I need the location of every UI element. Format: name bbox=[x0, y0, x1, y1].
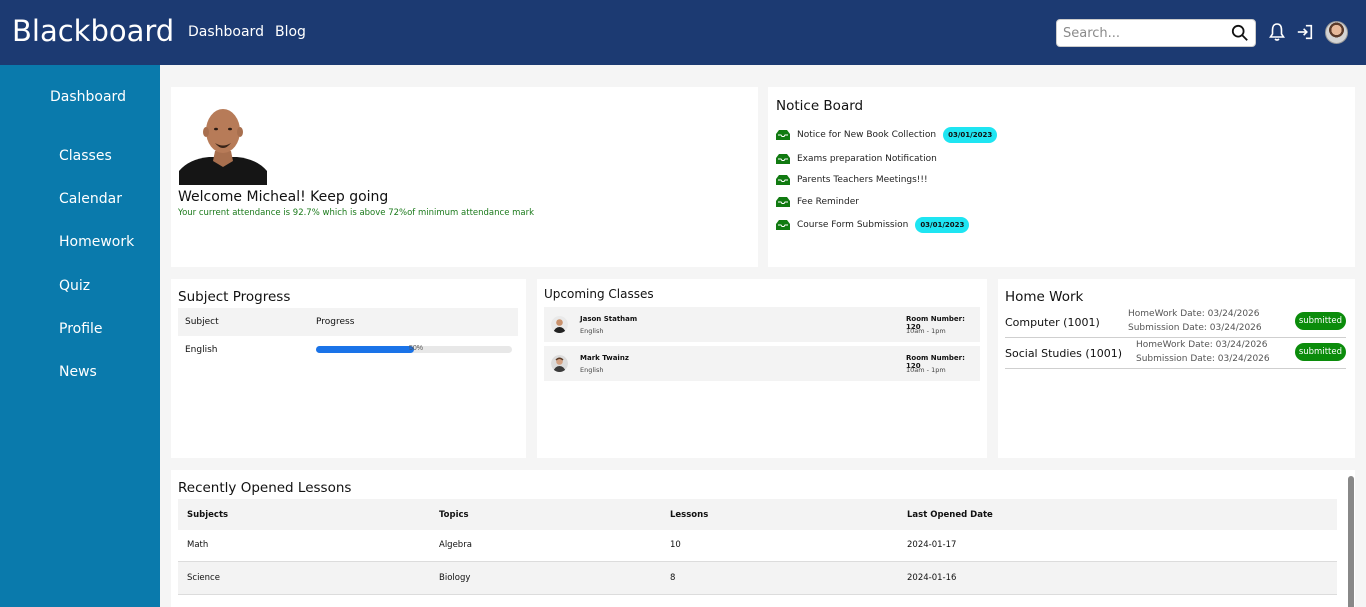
recent-lessons-card: Recently Opened Lessons Subjects Topics … bbox=[171, 470, 1355, 607]
homework-date: HomeWork Date: 03/24/2026 bbox=[1136, 340, 1268, 350]
subject-progress-header: Subject Progress bbox=[178, 308, 518, 336]
notice-board-card: Notice Board Notice for New Book Collect… bbox=[768, 87, 1355, 267]
notice-item[interactable]: Fee Reminder bbox=[776, 195, 859, 209]
homework-item[interactable]: Social Studies (1001) HomeWork Date: 03/… bbox=[1005, 338, 1346, 369]
table-row[interactable]: Science Biology 8 2024-01-16 bbox=[178, 562, 1337, 595]
search-input[interactable] bbox=[1057, 20, 1217, 46]
column-header-subject: Subject bbox=[185, 317, 219, 327]
teacher-name: Jason Statham bbox=[580, 315, 638, 323]
homework-dates: HomeWork Date: 03/24/2026 Submission Dat… bbox=[1128, 307, 1262, 335]
submission-date: Submission Date: 03/24/2026 bbox=[1128, 323, 1262, 333]
top-nav-blog[interactable]: Blog bbox=[275, 24, 306, 40]
column-header-subjects: Subjects bbox=[187, 510, 229, 520]
notice-item[interactable]: Notice for New Book Collection 03/01/202… bbox=[776, 127, 998, 143]
inbox-icon bbox=[776, 154, 790, 164]
upcoming-classes-title: Upcoming Classes bbox=[544, 287, 654, 301]
scrollbar-thumb[interactable] bbox=[1348, 476, 1354, 607]
recent-lessons-title: Recently Opened Lessons bbox=[178, 480, 352, 496]
teacher-avatar bbox=[551, 355, 568, 372]
attendance-text: Your current attendance is 92.7% which i… bbox=[178, 208, 535, 218]
homework-dates: HomeWork Date: 03/24/2026 Submission Dat… bbox=[1136, 338, 1270, 366]
subject-name: English bbox=[185, 345, 218, 355]
notice-text: Course Form Submission bbox=[797, 220, 909, 230]
student-photo bbox=[179, 101, 267, 185]
cell-last-opened: 2024-01-17 bbox=[907, 540, 957, 550]
inbox-icon bbox=[776, 220, 790, 230]
cell-subject: Math bbox=[187, 540, 209, 550]
notice-text: Notice for New Book Collection bbox=[797, 130, 937, 140]
notice-text: Exams preparation Notification bbox=[797, 154, 937, 164]
lessons-table-header: Subjects Topics Lessons Last Opened Date bbox=[178, 499, 1337, 530]
column-header-last-opened: Last Opened Date bbox=[907, 510, 993, 520]
class-item[interactable]: Mark Twainz English Room Number: 120 10a… bbox=[544, 346, 980, 381]
status-badge: submitted bbox=[1294, 343, 1346, 361]
subject-progress-card: Subject Progress Subject Progress Englis… bbox=[171, 279, 526, 458]
homework-subject: Social Studies (1001) bbox=[1005, 347, 1122, 360]
column-header-lessons: Lessons bbox=[670, 510, 709, 520]
cell-lessons: 10 bbox=[670, 540, 681, 550]
inbox-icon bbox=[776, 130, 790, 140]
class-item[interactable]: Jason Statham English Room Number: 120 1… bbox=[544, 307, 980, 342]
notice-text: Parents Teachers Meetings!!! bbox=[797, 175, 928, 185]
search-box bbox=[1056, 19, 1256, 47]
class-time: 10am - 1pm bbox=[906, 327, 946, 335]
search-icon[interactable] bbox=[1231, 24, 1249, 42]
sidebar: Dashboard Classes Calendar Homework Quiz… bbox=[0, 65, 160, 607]
sidebar-item-news[interactable]: News bbox=[59, 364, 97, 380]
top-nav-dashboard[interactable]: Dashboard bbox=[188, 24, 264, 40]
cell-lessons: 8 bbox=[670, 573, 676, 583]
column-header-topics: Topics bbox=[439, 510, 469, 520]
cell-topic: Biology bbox=[439, 573, 471, 583]
teacher-avatar bbox=[551, 316, 568, 333]
class-subject: English bbox=[580, 366, 604, 374]
notice-item[interactable]: Parents Teachers Meetings!!! bbox=[776, 173, 928, 187]
welcome-card: Welcome Micheal! Keep going Your current… bbox=[171, 87, 758, 267]
homework-card: Home Work Computer (1001) HomeWork Date:… bbox=[998, 279, 1355, 458]
homework-date: HomeWork Date: 03/24/2026 bbox=[1128, 309, 1260, 319]
notice-board-title: Notice Board bbox=[776, 98, 864, 114]
progress-bar: 50% bbox=[316, 345, 512, 353]
notice-date-badge: 03/01/2023 bbox=[915, 217, 970, 233]
sidebar-item-quiz[interactable]: Quiz bbox=[59, 278, 90, 294]
class-time: 10am - 1pm bbox=[906, 366, 946, 374]
sidebar-item-calendar[interactable]: Calendar bbox=[59, 191, 122, 207]
cell-subject: Science bbox=[187, 573, 220, 583]
class-subject: English bbox=[580, 327, 604, 335]
submission-date: Submission Date: 03/24/2026 bbox=[1136, 354, 1270, 364]
subject-progress-title: Subject Progress bbox=[178, 289, 291, 305]
sidebar-item-profile[interactable]: Profile bbox=[59, 321, 103, 337]
homework-item[interactable]: Computer (1001) HomeWork Date: 03/24/202… bbox=[1005, 307, 1346, 338]
sidebar-item-dashboard[interactable]: Dashboard bbox=[50, 89, 126, 105]
table-row[interactable]: Math Algebra 10 2024-01-17 bbox=[178, 529, 1337, 562]
welcome-title: Welcome Micheal! Keep going bbox=[178, 189, 389, 205]
top-navbar: Blackboard Dashboard Blog bbox=[0, 0, 1366, 65]
sidebar-item-homework[interactable]: Homework bbox=[59, 234, 134, 250]
upcoming-classes-card: Upcoming Classes Jason Statham English R… bbox=[537, 279, 987, 458]
sidebar-item-classes[interactable]: Classes bbox=[59, 148, 112, 164]
column-header-progress: Progress bbox=[316, 317, 355, 327]
progress-value: 50% bbox=[409, 345, 424, 352]
top-nav: Dashboard Blog bbox=[188, 24, 306, 40]
status-badge: submitted bbox=[1294, 312, 1346, 330]
inbox-icon bbox=[776, 197, 790, 207]
brand-logo[interactable]: Blackboard bbox=[12, 14, 174, 48]
homework-subject: Computer (1001) bbox=[1005, 316, 1100, 329]
progress-bar-fill bbox=[316, 346, 414, 353]
user-avatar[interactable] bbox=[1325, 21, 1348, 44]
cell-topic: Algebra bbox=[439, 540, 472, 550]
notice-item[interactable]: Course Form Submission 03/01/2023 bbox=[776, 217, 970, 233]
bell-icon[interactable] bbox=[1268, 22, 1286, 42]
notice-text: Fee Reminder bbox=[797, 197, 859, 207]
inbox-icon bbox=[776, 175, 790, 185]
teacher-name: Mark Twainz bbox=[580, 354, 629, 362]
cell-last-opened: 2024-01-16 bbox=[907, 573, 957, 583]
homework-title: Home Work bbox=[1005, 289, 1084, 305]
notice-date-badge: 03/01/2023 bbox=[943, 127, 998, 143]
notice-item[interactable]: Exams preparation Notification bbox=[776, 152, 937, 166]
sign-in-icon[interactable] bbox=[1296, 22, 1314, 42]
